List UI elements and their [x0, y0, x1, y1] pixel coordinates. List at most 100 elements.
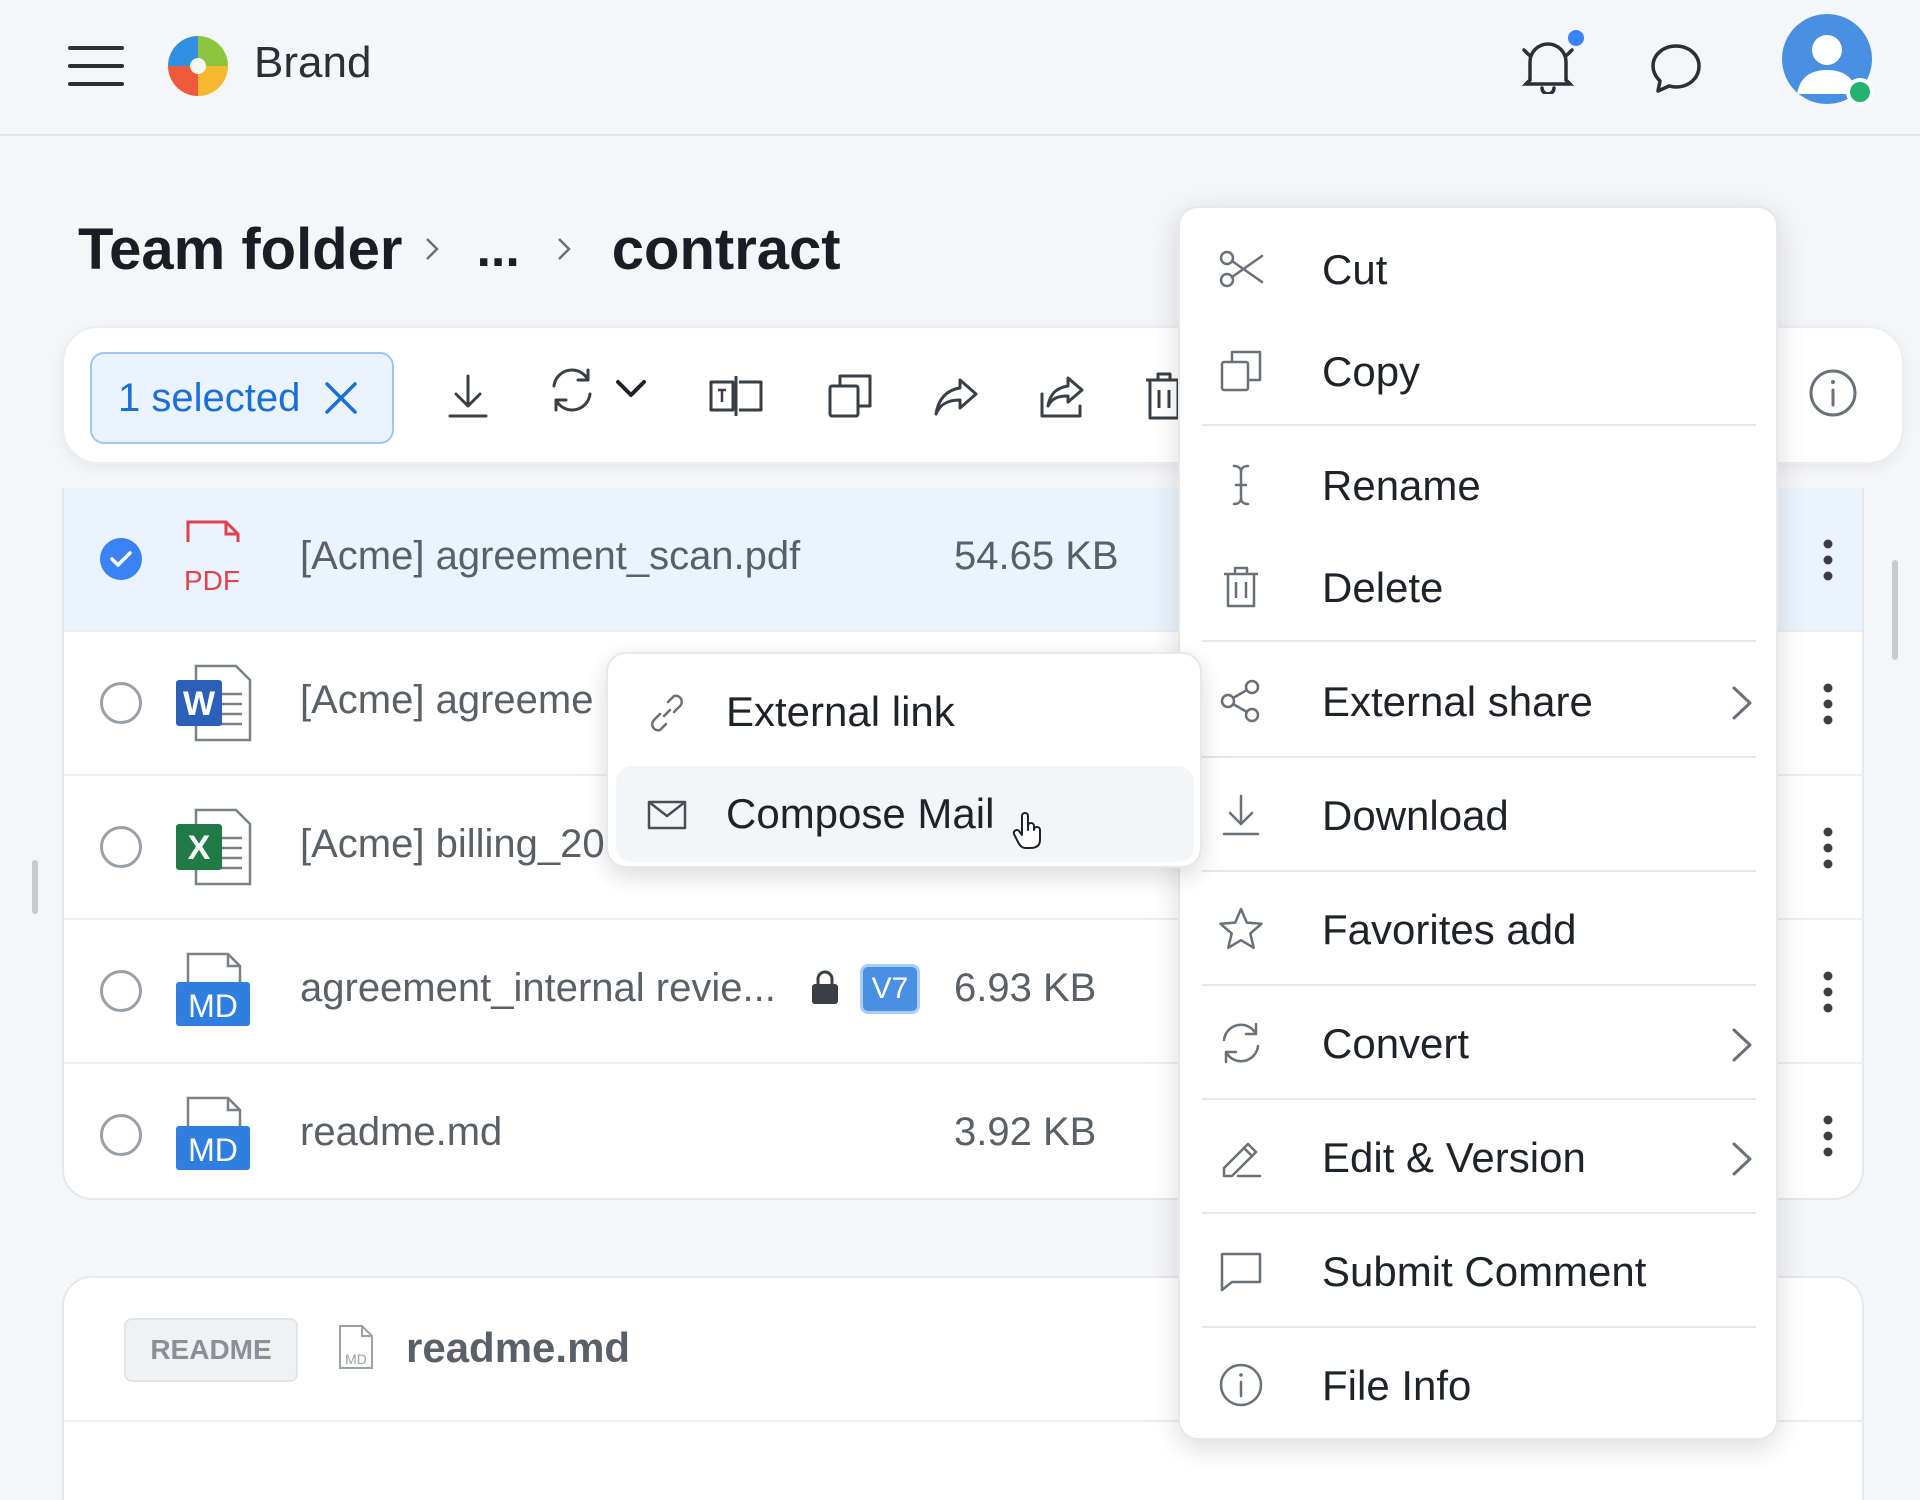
pencil-icon	[1218, 1134, 1264, 1180]
file-name[interactable]: [Acme] agreement_scan.pdf	[300, 534, 800, 579]
scissors-icon	[1218, 246, 1264, 292]
menu-item-external-share[interactable]: External share	[1202, 650, 1756, 750]
breadcrumb-current: contract	[611, 216, 841, 282]
copy-icon	[1218, 348, 1264, 394]
submenu-item-label: Compose Mail	[726, 790, 995, 837]
menu-item-file-info[interactable]: File Info	[1202, 1334, 1756, 1434]
menu-item-label: Edit & Version	[1322, 1134, 1586, 1181]
online-status-dot	[1846, 78, 1874, 106]
file-name[interactable]: [Acme] agreeme	[300, 678, 593, 723]
chevron-right-icon	[534, 229, 594, 269]
menu-item-label: Convert	[1322, 1020, 1470, 1067]
breadcrumb-ellipsis[interactable]: ...	[462, 219, 533, 279]
menu-divider	[1202, 1098, 1756, 1100]
chat-icon[interactable]	[1648, 40, 1704, 96]
external-share-icon[interactable]	[1036, 370, 1088, 422]
menu-item-download[interactable]: Download	[1202, 764, 1756, 864]
breadcrumb-root[interactable]: Team folder	[78, 216, 402, 283]
trash-icon	[1218, 564, 1264, 610]
file-name[interactable]: agreement_internal revie...	[300, 966, 776, 1011]
excel-file-icon: X	[174, 804, 254, 890]
info-icon	[1218, 1362, 1264, 1408]
scrollbar-thumb[interactable]	[1892, 560, 1898, 660]
menu-item-convert[interactable]: Convert	[1202, 992, 1756, 1092]
chevron-right-icon	[1730, 1140, 1754, 1178]
readme-tag: README	[124, 1318, 298, 1382]
menu-item-cut[interactable]: Cut	[1202, 218, 1756, 318]
chevron-right-icon	[402, 229, 462, 269]
selection-chip[interactable]: 1 selected	[90, 352, 394, 444]
menu-item-label: Download	[1322, 792, 1509, 839]
row-checkbox-checked[interactable]	[100, 538, 142, 580]
resize-handle[interactable]	[32, 860, 38, 914]
chevron-right-icon	[1730, 684, 1754, 722]
menu-item-label: Cut	[1322, 246, 1388, 293]
svg-text:PDF: PDF	[184, 565, 240, 596]
menu-divider	[1202, 640, 1756, 642]
submenu-item-external-link[interactable]: External link	[616, 664, 1194, 760]
row-checkbox[interactable]	[100, 1114, 142, 1156]
svg-text:X: X	[188, 829, 211, 867]
readme-file-name[interactable]: readme.md	[406, 1324, 630, 1372]
share-nodes-icon	[1218, 678, 1264, 724]
star-icon	[1218, 906, 1264, 952]
info-icon[interactable]	[1808, 368, 1858, 418]
more-options-icon[interactable]	[1814, 962, 1842, 1022]
row-checkbox[interactable]	[100, 970, 142, 1012]
menu-item-rename[interactable]: Rename	[1202, 434, 1756, 534]
menu-item-label: File Info	[1322, 1362, 1472, 1409]
svg-text:W: W	[183, 685, 216, 723]
svg-text:MD: MD	[345, 1351, 367, 1367]
convert-icon[interactable]	[546, 364, 598, 416]
more-options-icon[interactable]	[1814, 530, 1842, 590]
menu-item-label: Favorites add	[1322, 906, 1577, 953]
markdown-file-icon: MD	[174, 1092, 254, 1178]
submenu-item-compose-mail[interactable]: Compose Mail	[616, 766, 1194, 862]
bell-icon[interactable]	[1520, 36, 1576, 94]
selection-count: 1 selected	[118, 375, 301, 420]
hamburger-menu-icon[interactable]	[68, 44, 124, 88]
external-share-submenu: External link Compose Mail	[606, 652, 1202, 868]
menu-item-label: Rename	[1322, 462, 1481, 509]
menu-item-label: External share	[1322, 678, 1593, 725]
row-checkbox[interactable]	[100, 826, 142, 868]
copy-icon[interactable]	[824, 370, 876, 422]
file-size: 54.65 KB	[954, 534, 1119, 578]
menu-item-copy[interactable]: Copy	[1202, 320, 1756, 420]
file-name[interactable]: readme.md	[300, 1110, 502, 1155]
comment-icon	[1218, 1248, 1264, 1294]
markdown-file-icon: MD	[174, 948, 254, 1034]
menu-divider	[1202, 756, 1756, 758]
file-size: 3.92 KB	[954, 1110, 1097, 1154]
menu-item-favorites-add[interactable]: Favorites add	[1202, 878, 1756, 978]
link-icon	[646, 692, 688, 734]
menu-divider	[1202, 984, 1756, 986]
svg-text:MD: MD	[188, 1132, 238, 1168]
brand-name: Brand	[254, 38, 372, 87]
menu-item-delete[interactable]: Delete	[1202, 536, 1756, 636]
chevron-right-icon	[1730, 1026, 1754, 1064]
clear-selection-icon[interactable]	[324, 381, 358, 415]
submenu-item-label: External link	[726, 688, 955, 735]
version-badge[interactable]: V7	[860, 964, 920, 1014]
more-options-icon[interactable]	[1814, 674, 1842, 734]
svg-text:MD: MD	[188, 988, 238, 1024]
text-cursor-icon	[1218, 462, 1264, 508]
breadcrumb: Team folder ... contract	[78, 214, 841, 284]
lock-icon	[810, 970, 840, 1006]
download-icon[interactable]	[442, 370, 494, 422]
rename-icon[interactable]	[708, 370, 763, 422]
menu-item-submit-comment[interactable]: Submit Comment	[1202, 1220, 1756, 1320]
file-name[interactable]: [Acme] billing_20	[300, 822, 605, 867]
dropdown-chevron-icon[interactable]	[614, 372, 648, 406]
row-checkbox[interactable]	[100, 682, 142, 724]
share-icon[interactable]	[930, 370, 982, 422]
word-file-icon: W	[174, 660, 254, 746]
more-options-icon[interactable]	[1814, 818, 1842, 878]
menu-item-edit-version[interactable]: Edit & Version	[1202, 1106, 1756, 1206]
mail-icon	[646, 794, 688, 836]
menu-item-label: Delete	[1322, 564, 1444, 611]
more-options-icon[interactable]	[1814, 1106, 1842, 1166]
brand-logo[interactable]	[166, 34, 230, 98]
convert-icon	[1218, 1020, 1264, 1066]
